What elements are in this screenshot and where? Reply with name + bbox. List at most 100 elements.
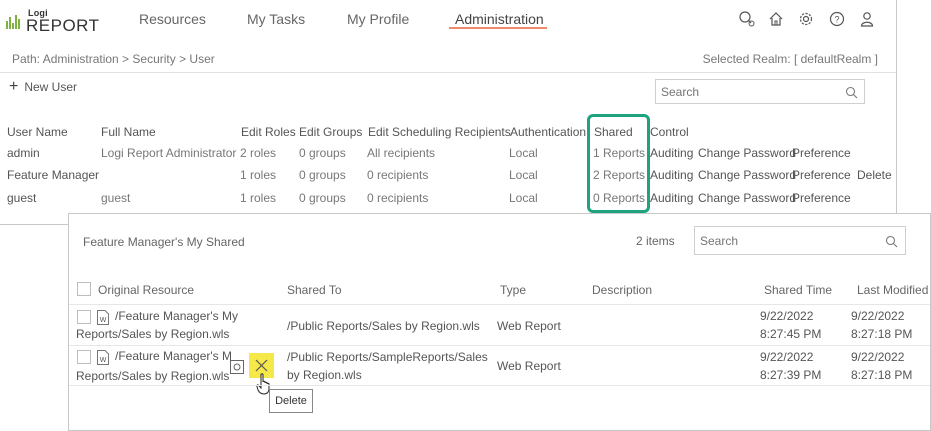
header-user-name[interactable]: User Name	[7, 125, 68, 139]
row-checkbox[interactable]	[77, 310, 91, 324]
logo-main-text: REPORT	[26, 16, 100, 35]
cell-full-name: guest	[101, 191, 131, 205]
user-icon[interactable]	[858, 10, 876, 28]
my-shared-dialog: Feature Manager's My Shared 2 items Orig…	[68, 213, 931, 431]
header-description[interactable]: Description	[592, 283, 652, 297]
gear-icon[interactable]	[797, 10, 815, 28]
shared-to-path-line2: by Region.wls	[287, 368, 362, 382]
help-icon[interactable]: ?	[828, 10, 846, 28]
shared-time: 8:27:45 PM	[760, 327, 822, 341]
modified-time: 8:27:18 PM	[851, 327, 913, 341]
report-type: Web Report	[497, 359, 561, 373]
shared-search-box[interactable]	[694, 226, 906, 255]
shared-to-path-line1: /Public Reports/SampleReports/Sales	[287, 350, 488, 364]
user-search-box[interactable]	[655, 79, 865, 104]
header-edit-roles[interactable]: Edit Roles	[241, 125, 296, 139]
cell-user-name[interactable]: guest	[7, 191, 36, 205]
nav-resources[interactable]: Resources	[139, 11, 206, 27]
logo-bars-icon	[6, 15, 20, 29]
close-icon	[255, 359, 268, 372]
auditing-link[interactable]: Auditing	[650, 168, 693, 182]
selected-realm: Selected Realm: [ defaultRealm ]	[702, 52, 878, 66]
nav-administration[interactable]: Administration	[455, 11, 544, 27]
row-checkbox[interactable]	[77, 350, 91, 364]
header-authentication[interactable]: Authentication	[510, 125, 586, 139]
cell-edit-groups-link[interactable]: 0 groups	[299, 168, 346, 182]
cell-edit-roles-link[interactable]: 2 roles	[240, 146, 276, 160]
item-count: 2 items	[636, 234, 675, 248]
header-divider	[69, 304, 930, 305]
search-icon[interactable]	[885, 235, 898, 248]
shared-column-highlight	[587, 114, 650, 213]
cell-edit-roles-link[interactable]: 1 roles	[240, 168, 276, 182]
preference-link[interactable]: Preference	[792, 191, 851, 205]
preference-link[interactable]: Preference	[792, 146, 851, 160]
header-type[interactable]: Type	[500, 283, 526, 297]
cell-authentication: Local	[509, 191, 538, 205]
cell-recipients-link[interactable]: All recipients	[367, 146, 435, 160]
svg-text:W: W	[100, 317, 107, 324]
home-icon[interactable]	[767, 10, 785, 28]
resource-path-line2: Reports/Sales by Region.wls	[76, 327, 230, 341]
breadcrumb: Path: Administration > Security > User	[12, 52, 215, 66]
cell-user-name[interactable]: admin	[7, 146, 40, 160]
resource-path-line1: /Feature Manager's My	[115, 309, 239, 323]
header-shared-to[interactable]: Shared To	[287, 283, 342, 297]
nav-my-tasks[interactable]: My Tasks	[247, 11, 305, 27]
cell-edit-groups-link[interactable]: 0 groups	[299, 191, 346, 205]
search-settings-icon[interactable]	[738, 10, 756, 28]
delete-user-link[interactable]: Delete	[857, 168, 892, 182]
modified-time: 8:27:18 PM	[851, 368, 913, 382]
header-control: Control	[650, 125, 689, 139]
plus-icon: +	[9, 78, 19, 95]
row-divider	[69, 345, 930, 346]
modified-date: 9/22/2022	[851, 309, 905, 323]
resource-path-line1: /Feature Manager's M	[115, 349, 233, 363]
header-shared-time[interactable]: Shared Time	[764, 283, 832, 297]
change-password-link[interactable]: Change Password	[698, 191, 796, 205]
active-nav-underline	[449, 27, 547, 29]
cell-authentication: Local	[509, 146, 538, 160]
shared-date: 9/22/2022	[760, 350, 814, 364]
change-password-link[interactable]: Change Password	[698, 146, 796, 160]
web-report-file-icon: W	[97, 310, 109, 325]
header-full-name[interactable]: Full Name	[101, 125, 156, 139]
header-original-resource[interactable]: Original Resource	[98, 283, 194, 297]
cell-full-name: Logi Report Administrator	[101, 146, 237, 160]
report-type: Web Report	[497, 319, 561, 333]
select-all-checkbox[interactable]	[77, 282, 91, 296]
modified-date: 9/22/2022	[851, 350, 905, 364]
shared-search-input[interactable]	[700, 234, 870, 248]
web-report-file-icon: W	[97, 350, 109, 365]
svg-text:?: ?	[834, 15, 839, 25]
auditing-link[interactable]: Auditing	[650, 146, 693, 160]
cell-user-name[interactable]: Feature Manager	[7, 168, 99, 182]
shared-time: 8:27:39 PM	[760, 368, 822, 382]
header-edit-scheduling-recipients[interactable]: Edit Scheduling Recipients	[368, 125, 511, 139]
change-password-link[interactable]: Change Password	[698, 168, 796, 182]
search-icon[interactable]	[845, 86, 858, 99]
resource-path-line2: Reports/Sales by Region.wls	[76, 369, 230, 383]
svg-text:W: W	[100, 357, 107, 364]
logi-report-logo[interactable]: Logi REPORT	[6, 8, 99, 36]
shared-date: 9/22/2022	[760, 309, 814, 323]
cell-edit-roles-link[interactable]: 1 roles	[240, 191, 276, 205]
nav-my-profile[interactable]: My Profile	[347, 11, 409, 27]
cell-edit-groups-link[interactable]: 0 groups	[299, 146, 346, 160]
shared-to-path: /Public Reports/Sales by Region.wls	[287, 319, 480, 333]
header-edit-groups[interactable]: Edit Groups	[299, 125, 362, 139]
row-divider	[69, 385, 930, 386]
divider	[0, 72, 896, 73]
preference-link[interactable]: Preference	[792, 168, 851, 182]
user-search-input[interactable]	[661, 85, 831, 99]
header-last-modified[interactable]: Last Modified	[857, 283, 928, 297]
top-navigation-bar: Logi REPORT Resources My Tasks My Profil…	[0, 0, 897, 40]
new-user-label: New User	[24, 80, 78, 94]
new-user-button[interactable]: + New User	[9, 78, 78, 95]
cell-recipients-link[interactable]: 0 recipients	[367, 191, 428, 205]
dialog-title: Feature Manager's My Shared	[83, 235, 245, 249]
cell-recipients-link[interactable]: 0 recipients	[367, 168, 428, 182]
settings-icon[interactable]	[230, 360, 244, 374]
user-management-window: Logi REPORT Resources My Tasks My Profil…	[0, 0, 897, 225]
auditing-link[interactable]: Auditing	[650, 191, 693, 205]
